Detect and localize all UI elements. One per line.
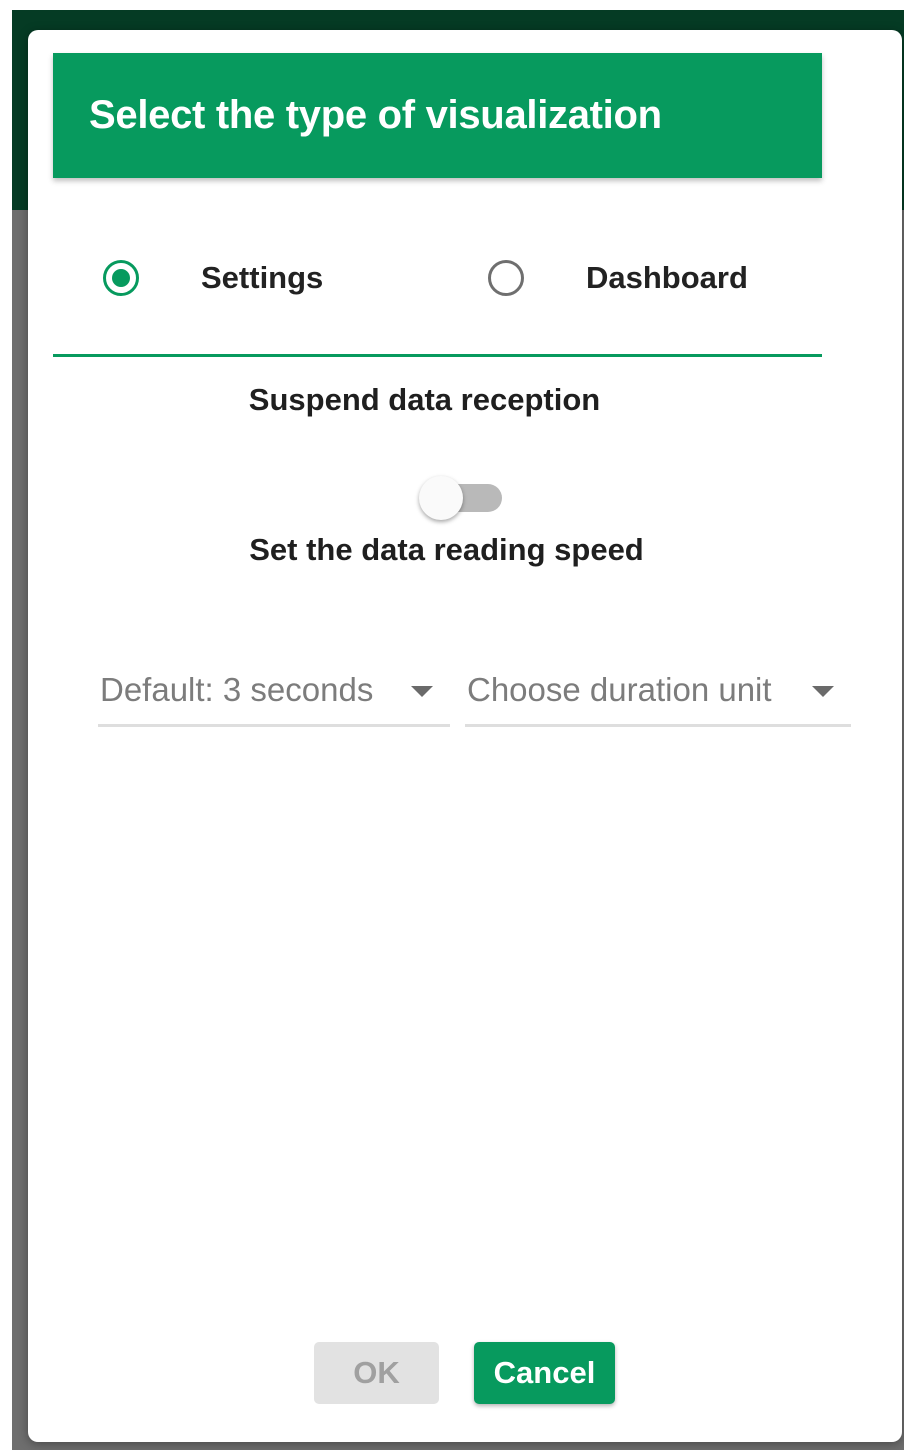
dialog-title-bar: Select the type of visualization [53, 53, 822, 178]
dropdown-arrow-icon[interactable] [812, 686, 834, 697]
page-left-edge [0, 0, 12, 1450]
speed-value-text: Default: 3 seconds [100, 671, 374, 708]
radio-unchecked-icon[interactable] [488, 260, 524, 296]
radio-label-dashboard: Dashboard [586, 260, 748, 295]
speed-value-select[interactable]: Default: 3 seconds [98, 665, 450, 727]
suspend-data-toggle[interactable] [419, 476, 503, 520]
radio-option-settings[interactable]: Settings [103, 256, 323, 300]
dialog-title: Select the type of visualization [89, 93, 662, 137]
duration-unit-select[interactable]: Choose duration unit [465, 665, 851, 727]
ok-button[interactable]: OK [314, 1342, 439, 1404]
tab-divider [53, 354, 822, 357]
duration-unit-text: Choose duration unit [467, 671, 772, 708]
radio-option-dashboard[interactable]: Dashboard [488, 256, 748, 300]
reading-speed-label: Set the data reading speed [249, 532, 644, 567]
radio-checked-icon[interactable] [103, 260, 139, 296]
radio-label-settings: Settings [201, 260, 324, 295]
suspend-data-label: Suspend data reception [248, 382, 601, 417]
cancel-button[interactable]: Cancel [474, 1342, 615, 1404]
visualization-dialog [28, 30, 902, 1442]
toggle-thumb[interactable] [419, 476, 463, 520]
dropdown-arrow-icon[interactable] [411, 686, 433, 697]
